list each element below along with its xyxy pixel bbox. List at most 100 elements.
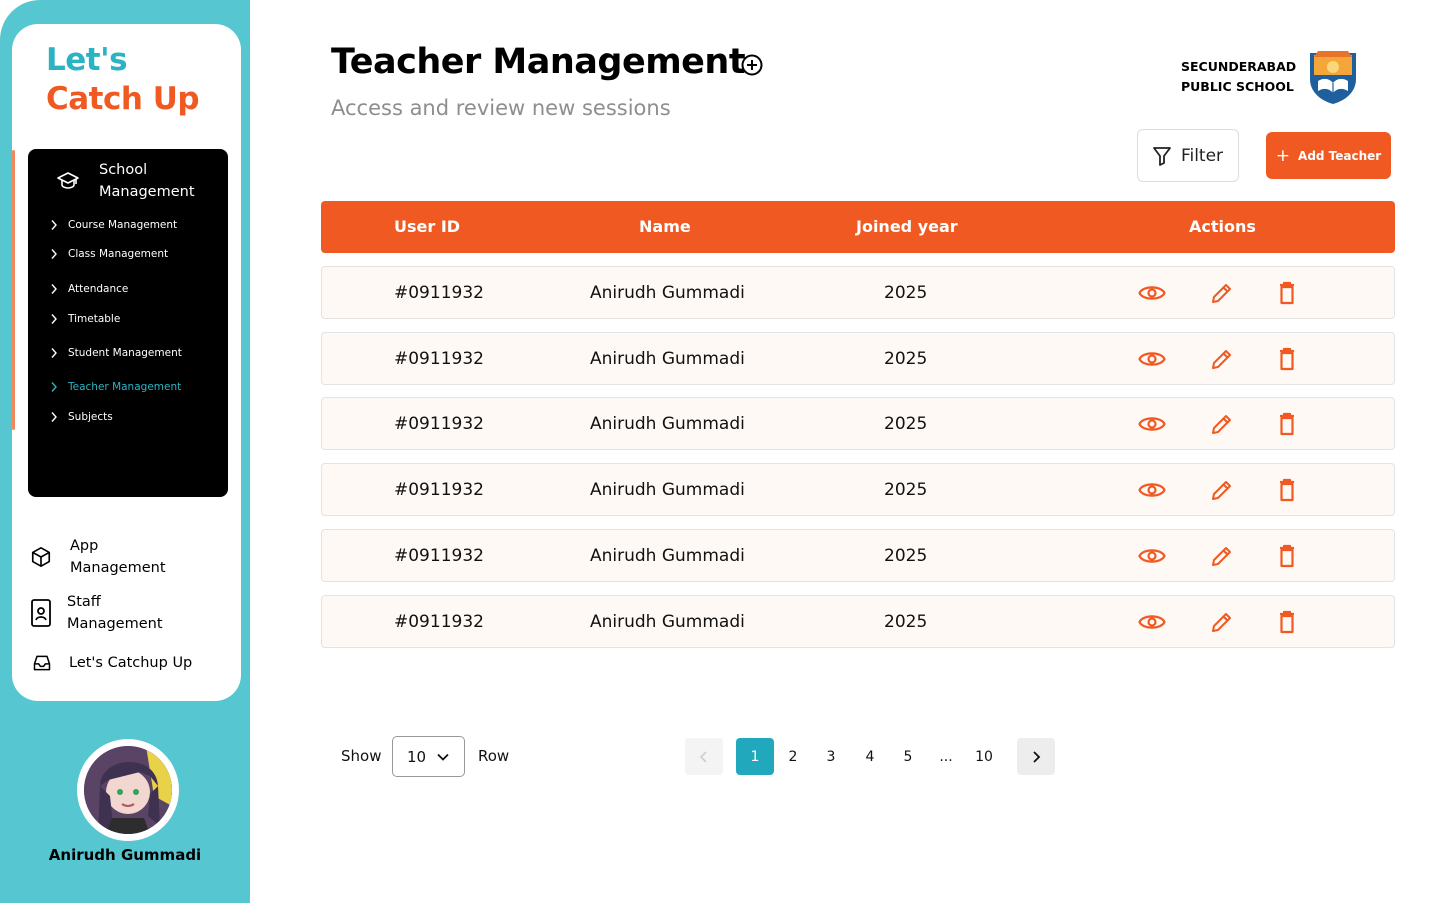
sidebar-item-subjects[interactable]: Subjects [48,411,113,423]
cell-name: Anirudh Gummadi [590,612,745,632]
table-row: #0911932 Anirudh Gummadi 2025 [321,595,1395,648]
sidebar-item-staff-management[interactable]: Staff Management [30,591,163,635]
page-title: Teacher Management [331,42,746,82]
column-header-name: Name [639,217,691,236]
page-button-2[interactable]: 2 [774,738,812,775]
delete-trash-icon[interactable] [1273,477,1301,503]
cube-icon [31,547,51,567]
page-button-5[interactable]: 5 [889,738,927,775]
nav-label-line-2: Management [70,560,166,576]
page-button-4[interactable]: 4 [851,738,889,775]
filter-label: Filter [1180,145,1224,166]
add-teacher-label: Add Teacher [1298,148,1382,163]
chevron-right-icon [51,249,57,259]
cell-joined-year: 2025 [884,414,928,434]
view-eye-icon[interactable] [1138,543,1166,569]
column-header-user-id: User ID [394,217,461,236]
sidebar-item-teacher-management[interactable]: Teacher Management [48,381,181,393]
sidebar-item-label: Class Management [68,248,169,260]
school-management-title[interactable]: School Management [99,159,195,203]
chevron-left-icon [699,750,707,763]
sidebar-item-class-management[interactable]: Class Management [48,248,168,260]
funnel-icon [1153,146,1171,166]
edit-pencil-icon[interactable] [1208,411,1236,437]
view-eye-icon[interactable] [1138,346,1166,372]
sidebar-item-timetable[interactable]: Timetable [48,313,120,325]
edit-pencil-icon[interactable] [1208,543,1236,569]
avatar-illustration [84,746,172,834]
table-row: #0911932 Anirudh Gummadi 2025 [321,397,1395,450]
cell-joined-year: 2025 [884,283,928,303]
sidebar-item-label: Student Management [68,347,182,359]
cell-name: Anirudh Gummadi [590,349,745,369]
edit-pencil-icon[interactable] [1208,346,1236,372]
app-logo[interactable]: Let's Catch Up [46,40,200,119]
page-button-10[interactable]: 10 [965,738,1003,775]
nav-label-line-2: Management [67,616,163,632]
cell-user-id: #0911932 [394,612,484,632]
view-eye-icon[interactable] [1138,411,1166,437]
cell-name: Anirudh Gummadi [590,414,745,434]
delete-trash-icon[interactable] [1273,543,1301,569]
cell-user-id: #0911932 [394,546,484,566]
cell-joined-year: 2025 [884,349,928,369]
sidebar-item-course-management[interactable]: Course Management [48,219,177,231]
sidebar-item-lets-catchup-up[interactable]: Let's Catchup Up [32,652,192,674]
rows-per-page-select[interactable]: 10 [392,736,465,777]
table-row: #0911932 Anirudh Gummadi 2025 [321,266,1395,319]
sidebar-accent-line [12,150,15,430]
edit-pencil-icon[interactable] [1208,609,1236,635]
chevron-down-icon [437,753,449,761]
chevron-right-icon [51,412,57,422]
graduation-cap-icon [57,172,79,189]
cell-user-id: #0911932 [394,349,484,369]
delete-trash-icon[interactable] [1273,280,1301,306]
show-label: Show [341,747,382,765]
delete-trash-icon[interactable] [1273,609,1301,635]
sidebar-item-student-management[interactable]: Student Management [48,347,182,359]
next-page-button[interactable] [1017,738,1055,775]
view-eye-icon[interactable] [1138,609,1166,635]
edit-pencil-icon[interactable] [1208,280,1236,306]
prev-page-button[interactable] [685,738,723,775]
delete-trash-icon[interactable] [1273,411,1301,437]
staff-badge-icon [31,599,51,627]
user-name: Anirudh Gummadi [48,846,202,864]
sidebar: Let's Catch Up School Management Course … [0,0,250,903]
cell-name: Anirudh Gummadi [590,283,745,303]
view-eye-icon[interactable] [1138,280,1166,306]
column-header-actions: Actions [1189,217,1256,236]
cell-user-id: #0911932 [394,283,484,303]
nav-label-line-1: Staff [67,594,101,610]
chevron-right-icon [51,348,57,358]
school-name-line-2: PUBLIC SCHOOL [1181,79,1294,94]
sidebar-item-attendance[interactable]: Attendance [48,283,128,295]
cell-name: Anirudh Gummadi [590,480,745,500]
school-title-line-1: School [99,162,148,178]
plus-icon: + [1275,145,1291,166]
filter-button[interactable]: Filter [1137,129,1239,182]
logo-line-2: Catch Up [46,81,200,117]
add-circle-icon[interactable] [740,53,764,77]
school-crest-icon [1310,51,1356,104]
add-teacher-button[interactable]: + Add Teacher [1266,132,1391,179]
nav-label-line-1: Let's Catchup Up [69,655,193,671]
avatar[interactable] [84,746,172,834]
cell-joined-year: 2025 [884,546,928,566]
edit-pencil-icon[interactable] [1208,477,1236,503]
view-eye-icon[interactable] [1138,477,1166,503]
table-row: #0911932 Anirudh Gummadi 2025 [321,332,1395,385]
delete-trash-icon[interactable] [1273,346,1301,372]
cell-joined-year: 2025 [884,480,928,500]
page-button-1[interactable]: 1 [736,738,774,775]
page-button-3[interactable]: 3 [812,738,850,775]
nav-label-line-1: App [70,538,99,554]
rows-per-page-value: 10 [407,747,427,766]
chevron-right-icon [51,314,57,324]
inbox-icon [33,655,51,671]
sidebar-item-app-management[interactable]: App Management [30,535,166,579]
column-header-joined-year: Joined year [856,217,958,236]
school-name-line-1: SECUNDERABAD [1181,59,1297,74]
chevron-right-icon [51,220,57,230]
chevron-right-icon [51,284,57,294]
